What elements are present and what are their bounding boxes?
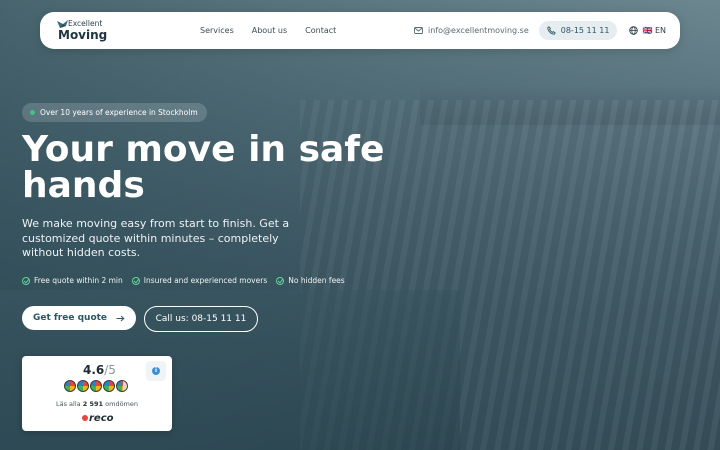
reviews-link[interactable]: Läs alla 2 591 omdömen <box>22 400 172 408</box>
experience-badge: Over 10 years of experience in Stockholm <box>22 103 207 122</box>
feature-text: No hidden fees <box>288 276 345 285</box>
get-free-quote-button[interactable]: Get free quote <box>22 306 136 330</box>
star-icon <box>77 380 89 392</box>
nav-right: info@excellentmoving.se 08-15 11 11 🇬🇧 E… <box>414 21 666 40</box>
star-partial-icon <box>116 380 128 392</box>
language-label: 🇬🇧 EN <box>642 26 666 35</box>
hero-title: Your move in safe hands <box>22 129 385 206</box>
green-dot-icon <box>30 110 35 115</box>
logo-text-line1: Excellent <box>68 19 103 29</box>
star-icon <box>64 380 76 392</box>
language-selector[interactable]: 🇬🇧 EN <box>629 26 666 35</box>
rating-max: /5 <box>104 363 116 377</box>
feature-text: Insured and experienced movers <box>143 276 268 285</box>
phone-text: 08-15 11 11 <box>560 26 610 35</box>
nav-link-services[interactable]: Services <box>200 26 234 35</box>
check-circle-icon <box>276 276 285 285</box>
rating-card: 4.6/5 i Läs alla 2 591 omdömen reco <box>22 356 172 431</box>
email-text: info@excellentmoving.se <box>428 26 529 35</box>
feature-item: Insured and experienced movers <box>131 276 268 285</box>
feature-text: Free quote within 2 min <box>34 276 123 285</box>
star-rating <box>64 380 128 392</box>
info-button[interactable]: i <box>146 361 166 381</box>
call-us-button[interactable]: Call us: 08-15 11 11 <box>144 306 258 332</box>
experience-badge-text: Over 10 years of experience in Stockholm <box>40 108 198 117</box>
mail-icon <box>414 27 423 34</box>
feature-list: Free quote within 2 min Insured and expe… <box>22 276 345 285</box>
reviews-suffix: omdömen <box>105 400 139 408</box>
email-link[interactable]: info@excellentmoving.se <box>414 26 529 35</box>
reco-dot-icon <box>82 415 88 421</box>
reco-logo[interactable]: reco <box>82 413 114 424</box>
feature-item: Free quote within 2 min <box>22 276 123 285</box>
globe-icon <box>629 26 639 35</box>
rating-value: 4.6 <box>83 363 105 377</box>
reviews-prefix: Läs alla <box>55 400 81 408</box>
rating-score: 4.6/5 <box>83 363 116 377</box>
get-free-quote-label: Get free quote <box>32 313 108 323</box>
bird-logo-icon <box>57 20 68 29</box>
hero-subtitle: We make moving easy from start to finish… <box>22 217 290 259</box>
navbar: Excellent Moving Services About us Conta… <box>40 12 680 49</box>
reco-text: reco <box>89 413 114 424</box>
star-icon <box>90 380 102 392</box>
check-circle-icon <box>22 276 30 285</box>
nav-links: Services About us Contact <box>200 26 336 35</box>
nav-link-contact[interactable]: Contact <box>305 26 336 35</box>
logo-text-line2: Moving <box>58 27 108 42</box>
info-icon: i <box>152 367 160 375</box>
reviews-count: 2 591 <box>82 400 104 408</box>
feature-item: No hidden fees <box>276 276 345 285</box>
check-circle-icon <box>131 276 140 285</box>
logo[interactable]: Excellent Moving <box>56 20 176 41</box>
phone-button[interactable]: 08-15 11 11 <box>538 21 618 40</box>
nav-link-about[interactable]: About us <box>252 26 287 35</box>
arrow-right-icon <box>116 315 125 321</box>
phone-icon <box>547 26 556 35</box>
star-icon <box>103 380 115 392</box>
